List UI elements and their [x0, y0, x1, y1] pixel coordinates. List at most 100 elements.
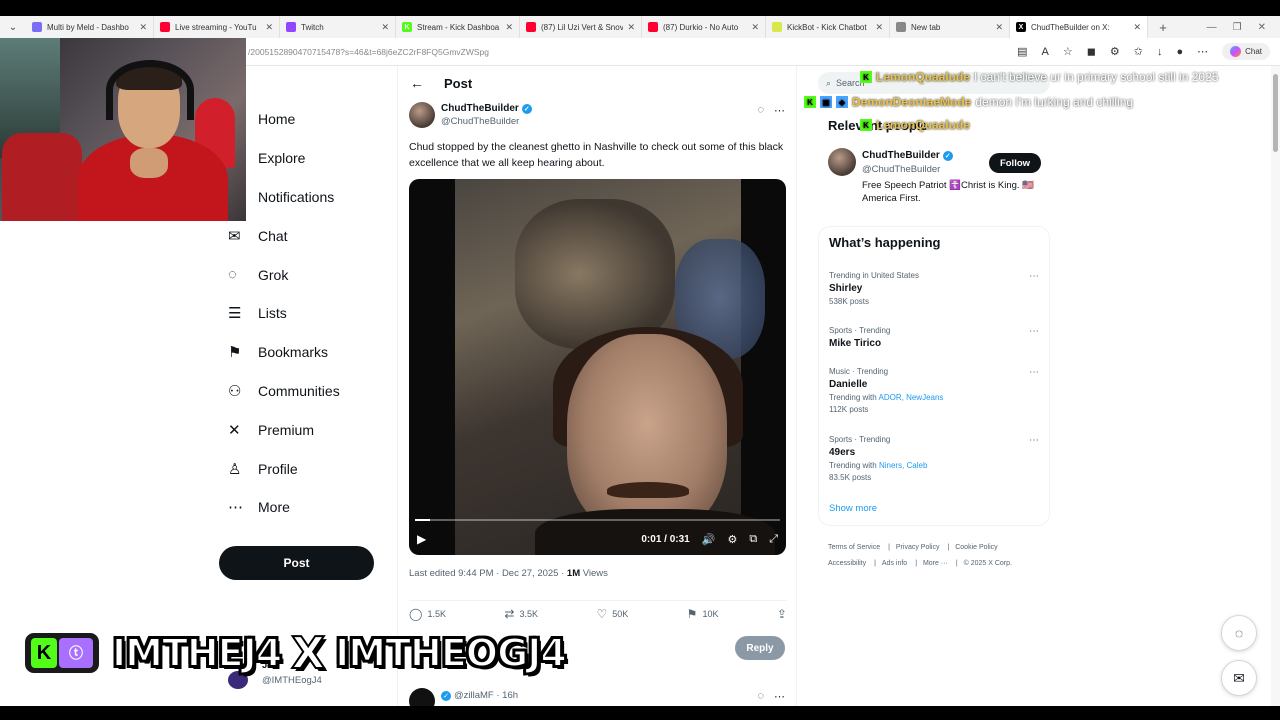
- read-aloud-icon[interactable]: A: [1041, 46, 1048, 58]
- timestamp-text[interactable]: Last edited 9:44 PM · Dec 27, 2025 ·: [409, 568, 567, 579]
- trend-with-links[interactable]: ADOR, NewJeans: [879, 393, 944, 402]
- tab-close-icon[interactable]: ✕: [381, 22, 389, 33]
- play-icon[interactable]: ▶: [417, 532, 437, 546]
- nav-chat-icon: ✉: [228, 227, 241, 245]
- browser-tab[interactable]: Multi by Meld - Dashbo ✕: [26, 16, 154, 38]
- reply-action[interactable]: ◯ 1.5K: [409, 607, 446, 621]
- profile-avatar-icon[interactable]: ●: [1176, 46, 1183, 58]
- nav-item-home[interactable]: Home: [220, 100, 400, 139]
- tab-close-icon[interactable]: ✕: [265, 22, 273, 33]
- browser-menu-icon[interactable]: ⋯: [1197, 45, 1208, 58]
- reader-icon[interactable]: ▤: [1017, 45, 1027, 58]
- top-letterbox: [0, 0, 1280, 16]
- footer-link[interactable]: More ···: [923, 560, 948, 567]
- trend-more-icon[interactable]: ⋯: [1029, 367, 1039, 378]
- tab-close-icon[interactable]: ✕: [627, 22, 635, 33]
- tab-close-icon[interactable]: ✕: [139, 22, 147, 33]
- minimize-icon[interactable]: —: [1207, 22, 1217, 33]
- author-avatar[interactable]: [409, 102, 435, 128]
- author-handle[interactable]: @ChudTheBuilder: [441, 116, 519, 127]
- video-player[interactable]: ▶ 0:01 / 0:31 🔊 ⚙ ⧉ ⤢: [409, 179, 786, 555]
- messages-float-button[interactable]: ✉: [1221, 660, 1257, 696]
- author-name[interactable]: ChudTheBuilder ✓: [441, 103, 532, 114]
- grok-icon[interactable]: ◌: [757, 690, 764, 703]
- browser-tab[interactable]: KickBot - Kick Chatbot ✕: [766, 16, 890, 38]
- share-action[interactable]: ⇪: [777, 607, 787, 621]
- nav-item-communities[interactable]: ⚇ Communities: [220, 372, 400, 411]
- browser-tab[interactable]: K Stream - Kick Dashboa ✕: [396, 16, 520, 38]
- back-arrow-icon[interactable]: ←: [410, 75, 424, 91]
- nav-item-label: Chat: [258, 227, 288, 244]
- copilot-chat-button[interactable]: Chat: [1222, 43, 1270, 60]
- favorite-star-icon[interactable]: ☆: [1063, 45, 1073, 58]
- trend-with-links[interactable]: Niners, Caleb: [879, 461, 927, 470]
- new-tab-button[interactable]: +: [1148, 20, 1178, 35]
- close-window-icon[interactable]: ✕: [1258, 22, 1266, 33]
- tab-close-icon[interactable]: ✕: [875, 22, 883, 33]
- tab-close-icon[interactable]: ✕: [1133, 22, 1141, 33]
- footer-link[interactable]: Ads info: [882, 560, 907, 567]
- nav-item-chat[interactable]: ✉ Chat: [220, 216, 400, 255]
- footer-link[interactable]: Cookie Policy: [955, 544, 997, 551]
- video-progress-bar[interactable]: [415, 519, 780, 521]
- nav-item-lists[interactable]: ☰ Lists: [220, 294, 400, 333]
- page-scrollbar[interactable]: [1271, 66, 1280, 706]
- browser-tab[interactable]: New tab ✕: [890, 16, 1010, 38]
- restore-icon[interactable]: ❐: [1233, 22, 1242, 33]
- grok-float-button[interactable]: ◌: [1221, 615, 1257, 651]
- trend-item[interactable]: Sports · Trending 49ers Trending with Nine…: [829, 435, 1039, 482]
- settings-icon[interactable]: ⚙: [727, 533, 737, 546]
- relevant-handle[interactable]: @ChudTheBuilder: [862, 164, 940, 175]
- downloads-icon[interactable]: ↓: [1157, 46, 1163, 58]
- tab-list-chevron-icon[interactable]: ⌄: [0, 22, 26, 33]
- nav-item-more[interactable]: ⋯ More: [220, 488, 400, 527]
- compose-post-button[interactable]: Post: [219, 546, 374, 580]
- tab-close-icon[interactable]: ✕: [505, 22, 513, 33]
- browser-tab[interactable]: Twitch ✕: [280, 16, 396, 38]
- like-action[interactable]: ♡ 50K: [596, 607, 628, 621]
- scrollbar-thumb[interactable]: [1273, 74, 1278, 152]
- show-more-link[interactable]: Show more: [829, 503, 877, 514]
- tab-close-icon[interactable]: ✕: [751, 22, 759, 33]
- heart-icon: ♡: [596, 607, 608, 621]
- nav-item-grok[interactable]: ◌ Grok: [220, 255, 400, 294]
- browser-tab[interactable]: Live streaming - YouTu ✕: [154, 16, 280, 38]
- relevant-avatar[interactable]: [828, 148, 856, 176]
- relevant-name[interactable]: ChudTheBuilder ✓: [862, 150, 953, 161]
- footer-link[interactable]: © 2025 X Corp.: [964, 560, 1012, 567]
- bookmark-action[interactable]: ⚑ 10K: [687, 607, 719, 621]
- url-text[interactable]: /2005152890470715478?s=46&t=68j6eZC2rF8F…: [248, 47, 1017, 57]
- grok-icon[interactable]: ◌: [757, 104, 764, 117]
- post-timestamp: Last edited 9:44 PM · Dec 27, 2025 · 1M …: [409, 568, 608, 579]
- browser-tab[interactable]: (87) Durkio - No Auto ✕: [642, 16, 766, 38]
- nav-item-notifications[interactable]: Notifications: [220, 178, 400, 217]
- extension-kick-icon[interactable]: ◼: [1087, 45, 1096, 58]
- footer-link[interactable]: Privacy Policy: [896, 544, 940, 551]
- more-options-icon[interactable]: ⋯: [774, 104, 785, 117]
- nav-item-bookmarks[interactable]: ⚑ Bookmarks: [220, 333, 400, 372]
- pip-icon[interactable]: ⧉: [749, 533, 757, 546]
- browser-tab[interactable]: X ChudTheBuilder on X: ✕: [1010, 16, 1148, 38]
- reply-button[interactable]: Reply: [735, 636, 785, 660]
- trend-more-icon[interactable]: ⋯: [1029, 326, 1039, 337]
- trend-more-icon[interactable]: ⋯: [1029, 435, 1039, 446]
- footer-link[interactable]: Terms of Service: [828, 544, 880, 551]
- favorites-icon[interactable]: ✩: [1134, 45, 1143, 58]
- trend-item[interactable]: Sports · Trending Mike Tirico ⋯: [829, 326, 1039, 349]
- trend-item[interactable]: Trending in United States Shirley 538K pos…: [829, 271, 1039, 306]
- tab-close-icon[interactable]: ✕: [995, 22, 1003, 33]
- trend-item[interactable]: Music · Trending Danielle Trending with AD…: [829, 367, 1039, 414]
- follow-button[interactable]: Follow: [989, 153, 1041, 173]
- nav-item-explore[interactable]: Explore: [220, 139, 400, 178]
- fullscreen-icon[interactable]: ⤢: [769, 533, 778, 546]
- browser-tab[interactable]: (87) Lil Uzi Vert & Snov ✕: [520, 16, 642, 38]
- extensions-icon[interactable]: ⚙: [1110, 45, 1120, 58]
- trend-more-icon[interactable]: ⋯: [1029, 271, 1039, 282]
- footer-link[interactable]: Accessibility: [828, 560, 866, 567]
- reply-handle[interactable]: @zillaMF · 16h: [454, 690, 518, 701]
- repost-action[interactable]: ⇄ 3.5K: [504, 607, 538, 621]
- nav-item-premium[interactable]: ✕ Premium: [220, 410, 400, 449]
- nav-item-profile[interactable]: ♙ Profile: [220, 449, 400, 488]
- volume-icon[interactable]: 🔊: [702, 533, 716, 546]
- more-options-icon[interactable]: ⋯: [774, 690, 785, 703]
